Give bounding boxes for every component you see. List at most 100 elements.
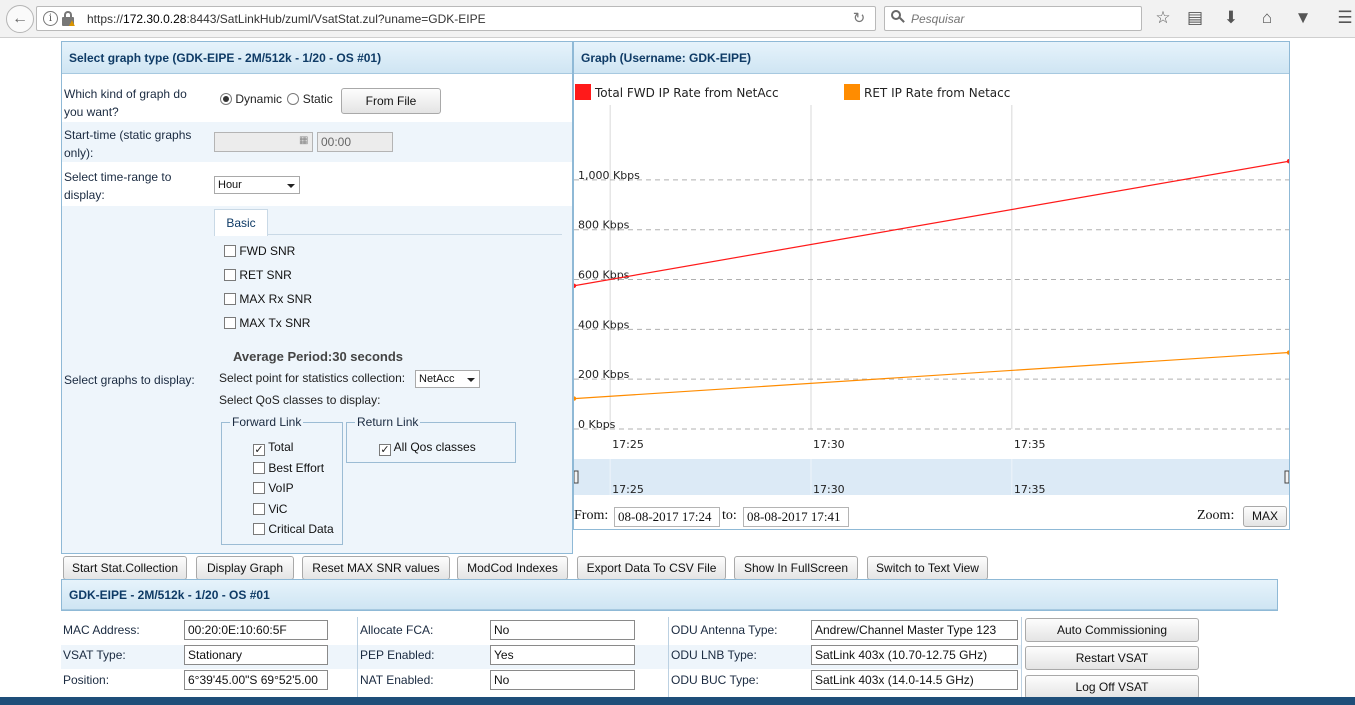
- return-all-qos-classes: ✓ All Qos classes: [379, 440, 476, 456]
- checkbox-label: MAX Rx SNR: [236, 292, 313, 306]
- tab-basic[interactable]: Basic: [214, 209, 268, 236]
- os-taskbar: [0, 697, 1355, 705]
- checkbox[interactable]: [253, 502, 265, 515]
- from-file-button[interactable]: From File: [341, 88, 441, 114]
- odu-lnb-type-label: ODU LNB Type:: [671, 648, 757, 662]
- checkbox-label: Best Effort: [265, 460, 325, 475]
- start-time-input[interactable]: 00:00: [317, 132, 393, 152]
- modcod-indexes-button[interactable]: ModCod Indexes: [457, 556, 568, 580]
- dynamic-radio[interactable]: [220, 93, 232, 105]
- mac-address-field[interactable]: 00:20:0E:10:60:5F: [184, 620, 328, 640]
- checkbox-label: VoIP: [265, 481, 294, 495]
- y-tick-label: 800 Kbps: [578, 219, 630, 232]
- home-icon[interactable]: ⌂: [1256, 7, 1278, 29]
- series-point[interactable]: [574, 283, 577, 288]
- graph-kind-radios: Dynamic Static: [220, 92, 333, 106]
- show-in-fullscreen-button[interactable]: Show In FullScreen: [734, 556, 858, 580]
- from-date-input[interactable]: 08-08-2017 17:24: [614, 507, 720, 527]
- search-box[interactable]: [884, 6, 1142, 31]
- forward-vic: ViC: [253, 502, 287, 516]
- navigator-tick-label: 17:30: [813, 483, 845, 495]
- time-range-select[interactable]: Hour: [214, 176, 300, 194]
- zoom-max-button[interactable]: MAX: [1243, 506, 1287, 527]
- chevron-down-icon: [467, 378, 475, 382]
- x-tick-label: 17:25: [612, 438, 644, 451]
- checkbox-label: Critical Data: [265, 522, 334, 536]
- graphs-label: Select graphs to display:: [64, 373, 195, 387]
- pep-enabled-label: PEP Enabled:: [360, 648, 435, 662]
- legend-label: RET IP Rate from Netacc: [864, 86, 1010, 100]
- restart-vsat-button[interactable]: Restart VSAT: [1025, 646, 1199, 670]
- checkbox-max-tx-snr: MAX Tx SNR: [224, 316, 310, 330]
- navigator-left-handle[interactable]: [574, 470, 579, 484]
- series-point[interactable]: [1286, 159, 1289, 164]
- back-button[interactable]: ←: [6, 5, 34, 33]
- y-tick-label: 1,000 Kbps: [578, 169, 640, 182]
- reset-max-snr-values-button[interactable]: Reset MAX SNR values: [302, 556, 450, 580]
- address-bar[interactable]: i ▲ https://172.30.0.28:8443/SatLinkHub/…: [36, 6, 876, 31]
- checkbox[interactable]: [224, 293, 236, 305]
- chevron-down-icon: [287, 184, 295, 188]
- insecure-lock-icon[interactable]: ▲: [62, 11, 77, 29]
- odu-buc-type-label: ODU BUC Type:: [671, 673, 759, 687]
- stat-point-select[interactable]: NetAcc: [415, 370, 480, 388]
- series-point[interactable]: [574, 396, 577, 401]
- checkbox[interactable]: ✓: [379, 444, 391, 456]
- navigator-band[interactable]: [574, 459, 1289, 495]
- forward-link-legend: Forward Link: [232, 415, 302, 429]
- checkbox[interactable]: [253, 482, 265, 494]
- url-text[interactable]: https://172.30.0.28:8443/SatLinkHub/zuml…: [87, 12, 486, 26]
- navigator-right-handle[interactable]: [1284, 470, 1289, 484]
- odu-lnb-type-field[interactable]: SatLink 403x (10.70-12.75 GHz): [811, 645, 1018, 665]
- odu-buc-type-field[interactable]: SatLink 403x (14.0-14.5 GHz): [811, 670, 1018, 690]
- qos-label: Select QoS classes to display:: [219, 393, 381, 407]
- forward-best-effort: Best Effort: [253, 461, 324, 475]
- pocket-icon[interactable]: ▼: [1292, 7, 1314, 29]
- legend-swatch: [844, 84, 860, 100]
- calendar-icon[interactable]: ▦: [299, 135, 308, 146]
- nat-enabled-field[interactable]: No: [490, 670, 635, 690]
- reading-list-icon[interactable]: ▤: [1184, 7, 1206, 29]
- series-point[interactable]: [1286, 350, 1289, 355]
- vsat-type-field[interactable]: Stationary: [184, 645, 328, 665]
- export-data-to-csv-file-button[interactable]: Export Data To CSV File: [577, 556, 726, 580]
- checkbox[interactable]: ✓: [253, 444, 265, 456]
- to-date-input[interactable]: 08-08-2017 17:41: [743, 507, 849, 527]
- legend-swatch: [575, 84, 591, 100]
- download-icon[interactable]: ⬇: [1220, 7, 1242, 29]
- checkbox-ret-snr: RET SNR: [224, 268, 292, 282]
- checkbox[interactable]: [224, 269, 236, 281]
- checkbox-fwd-snr: FWD SNR: [224, 244, 295, 258]
- checkbox[interactable]: [253, 523, 265, 535]
- graph-panel-title: Graph (Username: GDK-EIPE): [574, 42, 1289, 74]
- pep-enabled-field[interactable]: Yes: [490, 645, 635, 665]
- menu-icon[interactable]: ☰: [1334, 7, 1355, 29]
- checkbox[interactable]: [253, 461, 265, 474]
- site-info-icon[interactable]: i: [43, 11, 58, 26]
- forward-critical-data: Critical Data: [253, 522, 334, 536]
- checkbox[interactable]: [224, 245, 236, 257]
- display-graph-button[interactable]: Display Graph: [196, 556, 294, 580]
- position-label: Position:: [63, 673, 110, 687]
- bookmark-star-icon[interactable]: ☆: [1152, 7, 1174, 29]
- series-line-2[interactable]: [574, 351, 1289, 400]
- static-label: Static: [302, 92, 333, 106]
- allocate-fca-field[interactable]: No: [490, 620, 635, 640]
- switch-to-text-view-button[interactable]: Switch to Text View: [867, 556, 988, 580]
- series-line-1[interactable]: [574, 160, 1289, 287]
- line-chart[interactable]: Total FWD IP Rate from NetAcc RET IP Rate…: [574, 75, 1289, 495]
- checkbox-label: FWD SNR: [236, 244, 296, 258]
- log-off-vsat-button[interactable]: Log Off VSAT: [1025, 675, 1199, 699]
- search-input[interactable]: [909, 10, 1134, 27]
- auto-commissioning-button[interactable]: Auto Commissioning: [1025, 618, 1199, 642]
- mac-address-label: MAC Address:: [63, 623, 140, 637]
- start-stat-collection-button[interactable]: Start Stat.Collection: [63, 556, 187, 580]
- position-field[interactable]: 6°39'45.00"S 69°52'5.00: [184, 670, 328, 690]
- checkbox-label: Total: [265, 440, 294, 454]
- zoom-label: Zoom:: [1197, 508, 1235, 523]
- checkbox[interactable]: [224, 317, 236, 329]
- average-period-label: Average Period:30 seconds: [233, 349, 404, 364]
- reload-icon[interactable]: ↻: [849, 9, 869, 29]
- static-radio[interactable]: [287, 93, 300, 105]
- odu-antenna-type-field[interactable]: Andrew/Channel Master Type 123: [811, 620, 1018, 640]
